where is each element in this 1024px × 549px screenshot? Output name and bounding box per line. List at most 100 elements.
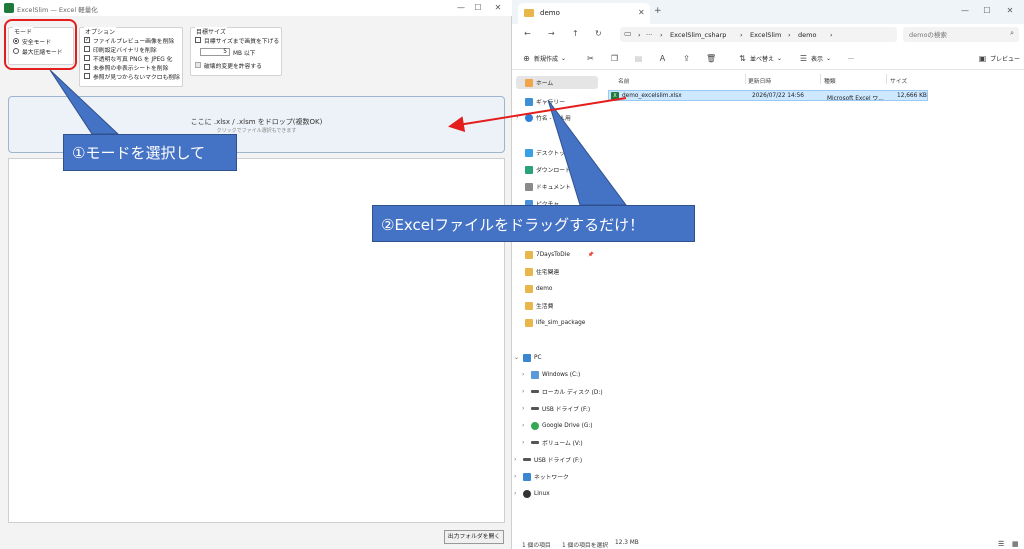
target-size-input[interactable]: 5 <box>200 48 230 56</box>
checkbox-icon[interactable] <box>195 37 201 43</box>
delete-button[interactable]: 🗑 <box>706 54 716 63</box>
address-bar[interactable]: ▭ › ··· › ExcelSlim_csharp › ExcelSlim ›… <box>620 27 897 42</box>
chevron-down-icon[interactable]: ⌄ <box>514 354 520 361</box>
refresh-icon[interactable]: ↻ <box>595 29 602 38</box>
back-arrow-icon[interactable]: ← <box>524 29 531 38</box>
pc-icon <box>523 353 531 362</box>
up-arrow-icon[interactable]: ↑ <box>572 29 579 38</box>
nav-item-drive[interactable]: › Google Drive (G:) <box>522 419 604 432</box>
callout-step-2: ②Excelファイルをドラッグするだけ！ <box>372 205 695 242</box>
search-box[interactable]: ⌕ <box>903 27 1019 42</box>
chevron-right-icon[interactable]: › <box>522 405 528 412</box>
folder-icon <box>525 267 533 276</box>
checkbox-disabled-icon[interactable] <box>195 62 201 68</box>
view-button[interactable]: ☰ 表示 ⌄ <box>799 54 831 63</box>
option-remove-macros[interactable]: 参照が見つからないマクロも削除 <box>84 72 180 81</box>
callout-step-1-text: ①モードを選択して <box>72 144 205 162</box>
search-input[interactable] <box>909 29 999 40</box>
details-view-icon[interactable]: ☰ <box>998 540 1004 548</box>
option-png-to-jpeg[interactable]: 不透明な写真 PNG を JPEG 化 <box>84 54 173 63</box>
breadcrumb-item[interactable]: ExcelSlim_csharp <box>670 31 726 39</box>
more-options-button[interactable]: … <box>848 54 854 61</box>
nav-item-folder[interactable]: demo <box>516 282 598 295</box>
column-divider[interactable] <box>745 74 746 84</box>
nav-item-drive[interactable]: › USB ドライブ (F:) <box>522 402 604 415</box>
scissors-icon: ✂ <box>587 54 594 63</box>
column-header-type[interactable]: 種類 <box>824 76 836 85</box>
option-allow-destructive[interactable]: 破壊的変更を許容する <box>195 61 262 70</box>
tiles-view-icon[interactable]: ▦ <box>1012 540 1019 548</box>
open-output-folder-button[interactable]: 出力フォルダを開く <box>444 530 504 544</box>
column-divider[interactable] <box>820 74 821 84</box>
tab-close-icon[interactable]: ✕ <box>638 8 645 17</box>
chevron-right-icon[interactable]: › <box>514 473 520 480</box>
column-header-name[interactable]: 名前 <box>618 76 630 85</box>
nav-item-drive[interactable]: › Windows (C:) <box>522 368 604 381</box>
nav-item-folder[interactable]: 生活費 <box>516 299 598 312</box>
column-header-modified[interactable]: 更新日時 <box>748 76 771 85</box>
close-button[interactable]: ✕ <box>1004 5 1016 17</box>
chevron-right-icon[interactable]: › <box>522 422 528 429</box>
copy-button[interactable]: ❐ <box>610 54 619 63</box>
minimize-button[interactable]: — <box>455 2 467 14</box>
overflow-icon[interactable]: ··· <box>646 31 652 39</box>
nav-item-usb[interactable]: › USB ドライブ (F:) <box>514 453 596 466</box>
checkbox-checked-icon[interactable]: ✓ <box>84 37 90 43</box>
chevron-right-icon[interactable]: › <box>514 490 520 497</box>
column-header-size[interactable]: サイズ <box>890 76 907 85</box>
nav-item-network[interactable]: › ネットワーク <box>514 470 596 483</box>
forward-arrow-icon[interactable]: → <box>548 29 555 38</box>
cut-button[interactable]: ✂ <box>586 54 595 63</box>
nav-item-personal[interactable]: › 竹名 - 個人用 <box>516 111 598 124</box>
linux-penguin-icon <box>523 489 531 498</box>
option-remove-print-settings[interactable]: 印刷設定バイナリを削除 <box>84 45 157 54</box>
checkbox-icon[interactable] <box>84 46 90 52</box>
nav-item-folder[interactable]: 7DaysToDie 📌 <box>516 248 598 261</box>
option-label: 参照が見つからないマクロも削除 <box>93 74 180 81</box>
rename-button[interactable]: Ａ <box>658 54 667 63</box>
paste-button[interactable]: ▤ <box>634 54 643 63</box>
nav-item-folder[interactable]: life_sim_package <box>516 316 598 329</box>
checkbox-icon[interactable] <box>84 73 90 79</box>
nav-item-downloads[interactable]: ダウンロード <box>516 163 598 176</box>
nav-item-drive[interactable]: › ローカル ディスク (D:) <box>522 385 604 398</box>
option-remove-preview[interactable]: ✓ ファイルプレビュー画像を削除 <box>84 36 174 45</box>
chevron-right-icon[interactable]: › <box>522 439 528 446</box>
folder-icon <box>525 284 533 293</box>
nav-item-documents[interactable]: ドキュメント <box>516 180 598 193</box>
option-remove-hidden-sheets[interactable]: 未参照の非表示シートを削除 <box>84 63 168 72</box>
maximize-button[interactable]: ☐ <box>981 5 993 17</box>
pin-icon: 📌 <box>587 251 594 258</box>
breadcrumb-item[interactable]: ExcelSlim <box>750 31 781 39</box>
nav-item-linux[interactable]: › Linux <box>514 487 596 500</box>
column-divider[interactable] <box>886 74 887 84</box>
minimize-button[interactable]: — <box>959 5 971 17</box>
usb-drive-icon <box>531 407 539 410</box>
share-button[interactable]: ⇪ <box>682 54 691 63</box>
nav-item-drive[interactable]: › ボリューム (V:) <box>522 436 604 449</box>
nav-item-pc[interactable]: ⌄ PC <box>514 351 596 364</box>
nav-label: ダウンロード <box>536 168 571 174</box>
close-button[interactable]: ✕ <box>492 2 504 14</box>
nav-item-folder[interactable]: 住宅関連 <box>516 265 598 278</box>
breadcrumb-item[interactable]: demo <box>798 31 816 39</box>
explorer-tab[interactable]: demo ✕ <box>518 3 650 24</box>
checkbox-icon[interactable] <box>84 55 90 61</box>
maximize-button[interactable]: ☐ <box>472 2 484 14</box>
checkbox-icon[interactable] <box>84 64 90 70</box>
sort-button[interactable]: ⇅ 並べ替え ⌄ <box>738 54 782 63</box>
nav-item-home[interactable]: ホーム <box>516 76 598 89</box>
chevron-right-icon[interactable]: › <box>522 388 528 395</box>
new-button[interactable]: ⊕ 新規作成 ⌄ <box>522 54 566 63</box>
copy-icon: ❐ <box>610 54 619 63</box>
chevron-right-icon[interactable]: › <box>522 371 528 378</box>
nav-item-gallery[interactable]: ギャラリー <box>516 95 598 108</box>
option-reduce-quality[interactable]: 目標サイズまで画質を下げる <box>195 36 279 45</box>
table-row[interactable]: X demo_excelslim.xlsx 2026/07/22 14:56 M… <box>608 90 928 102</box>
preview-button[interactable]: ▣ プレビュー <box>978 54 1020 63</box>
chevron-right-icon[interactable]: › <box>514 456 520 463</box>
new-tab-icon[interactable]: + <box>654 6 662 16</box>
option-label: 不透明な写真 PNG を JPEG 化 <box>93 56 173 63</box>
nav-item-desktop[interactable]: デスクトップ <box>516 146 598 159</box>
chevron-right-icon[interactable]: › <box>516 114 522 121</box>
